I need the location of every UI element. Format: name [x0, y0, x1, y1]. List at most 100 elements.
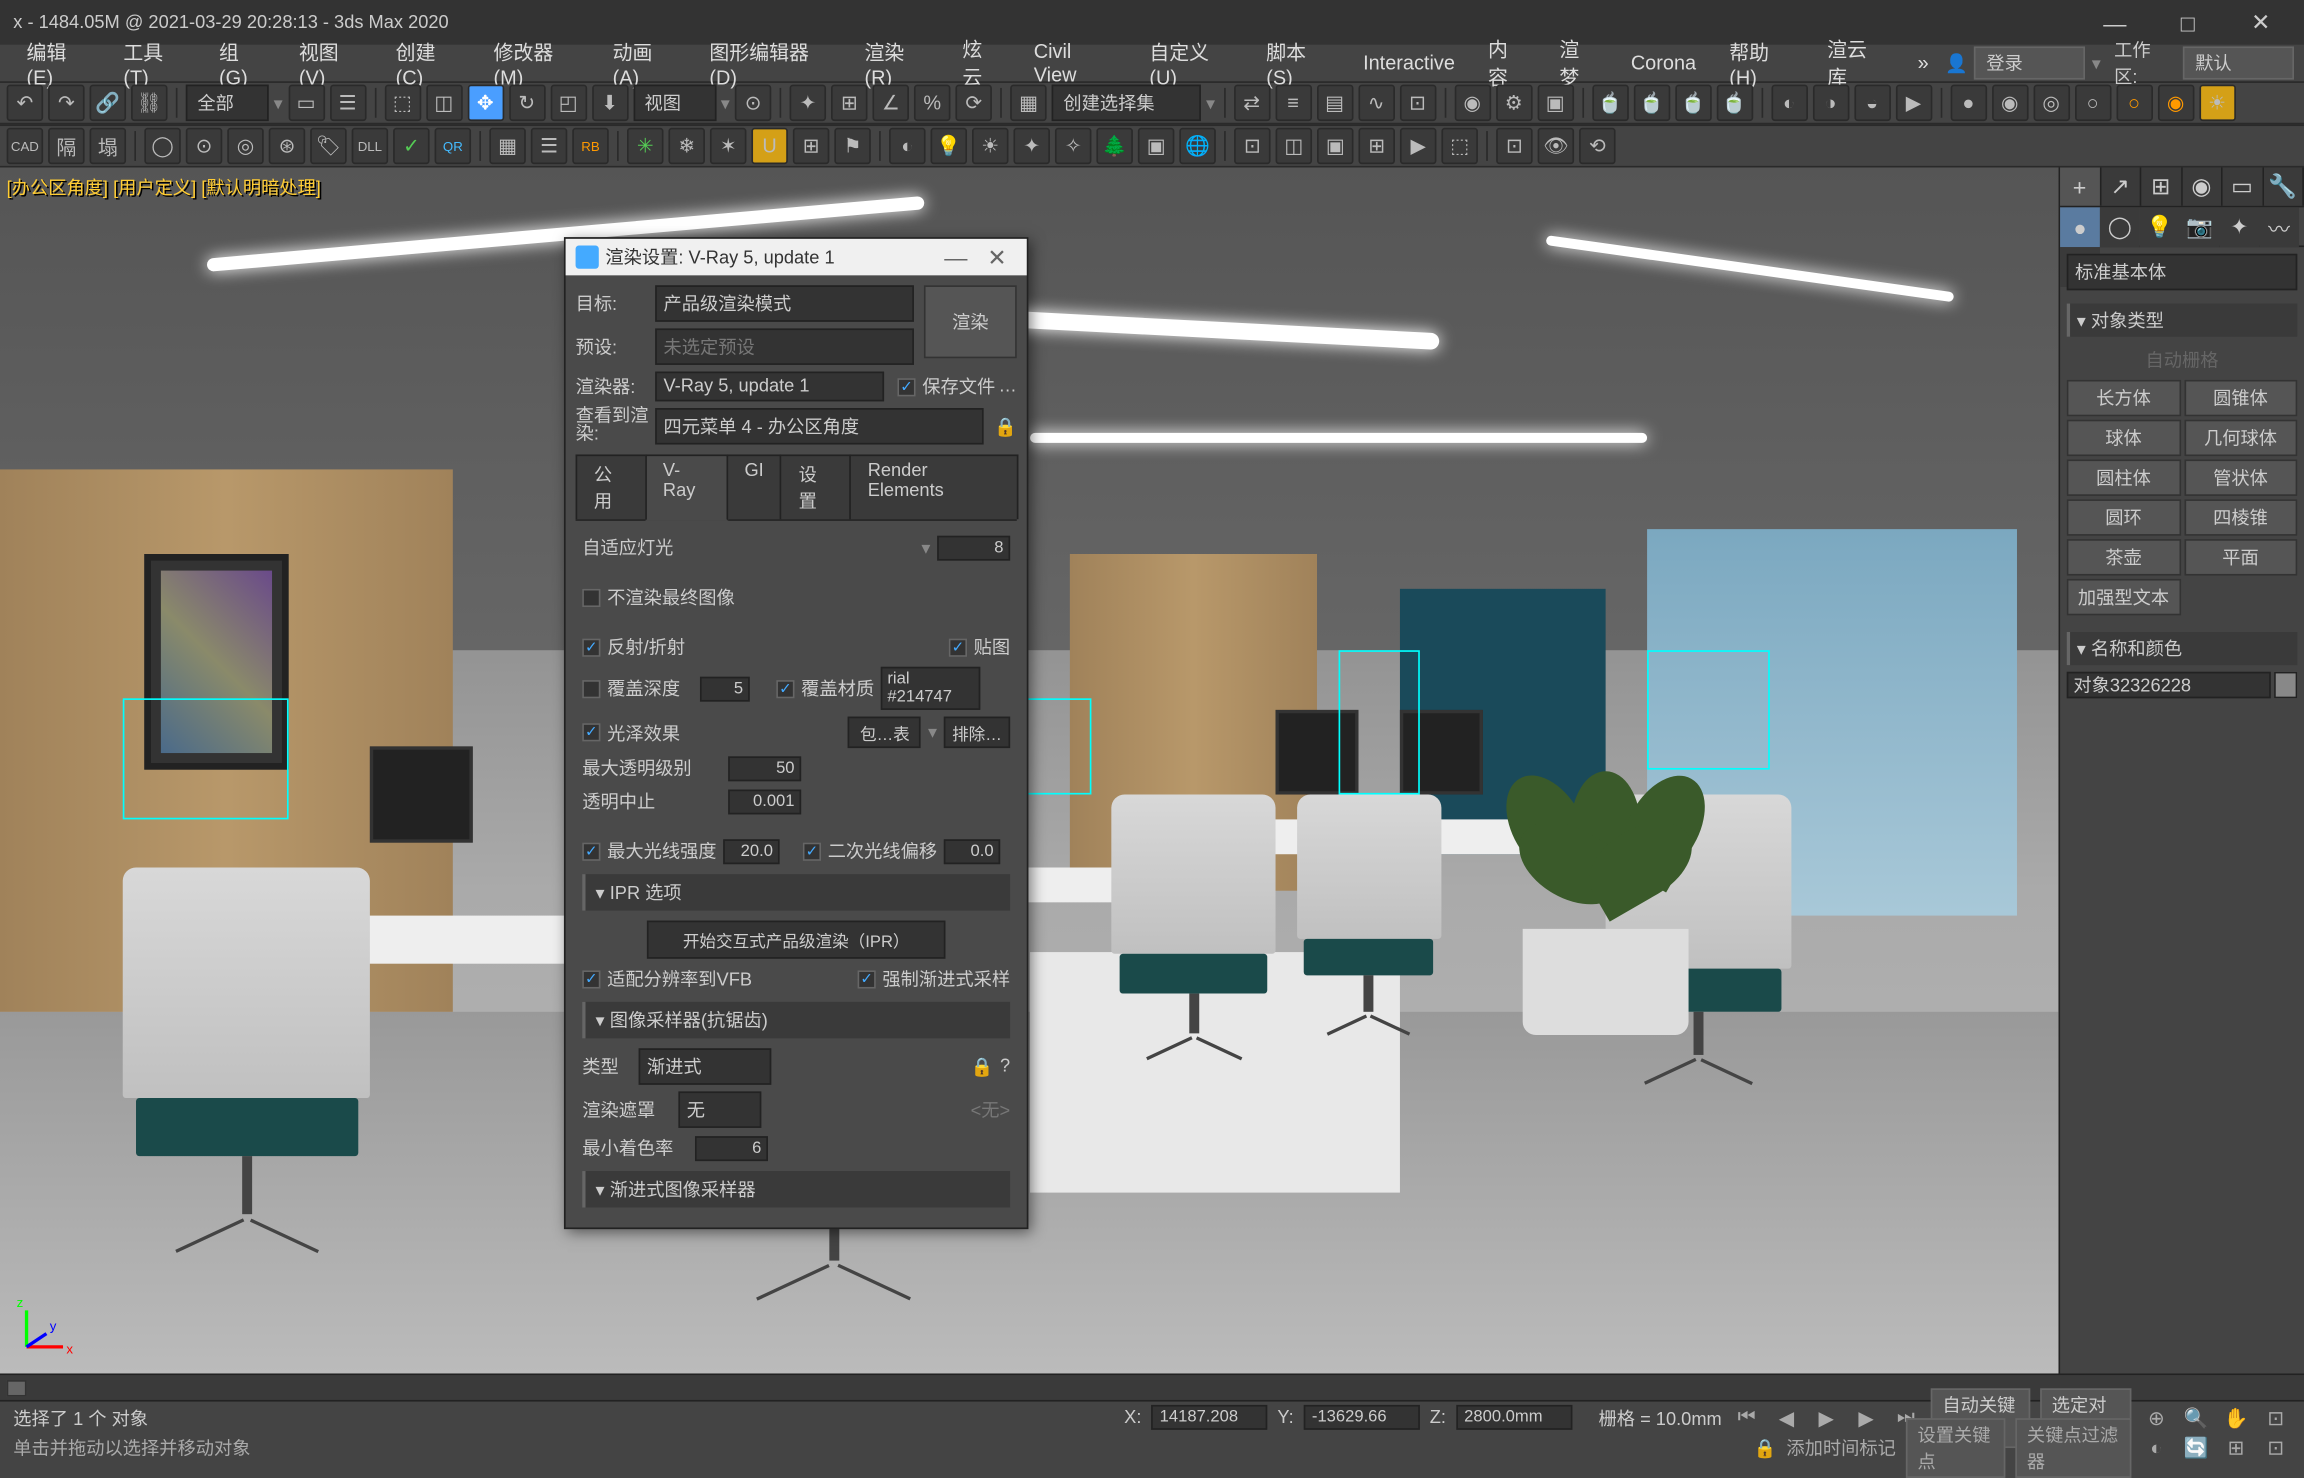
cam-play-icon[interactable]: ▶: [1400, 128, 1436, 164]
tool-isolate-icon[interactable]: 隔: [48, 128, 84, 164]
view-lock-icon[interactable]: 🔒: [994, 416, 1017, 438]
sphere-button[interactable]: 球体: [2067, 420, 2181, 456]
tool-circle4-icon[interactable]: ⊛: [269, 128, 305, 164]
corona-2-icon[interactable]: ◉: [1991, 85, 2027, 121]
select-name-icon[interactable]: ☰: [329, 85, 365, 121]
nav-6-icon[interactable]: 🔄: [2181, 1433, 2211, 1463]
render-prod-icon[interactable]: 🍵: [1592, 85, 1628, 121]
move-icon[interactable]: ✥: [467, 85, 503, 121]
corona-4-icon[interactable]: ○: [2074, 85, 2110, 121]
view-dropdown[interactable]: 四元菜单 4 - 办公区角度: [655, 408, 984, 444]
teapot-button[interactable]: 茶壶: [2067, 539, 2181, 575]
pivot-icon[interactable]: ⊙: [735, 85, 771, 121]
menu-animation[interactable]: 动画(A): [596, 34, 693, 92]
lights-subtab-icon[interactable]: 💡: [2140, 207, 2180, 247]
link-icon[interactable]: 🔗: [90, 85, 126, 121]
progressive-sampler-header[interactable]: ▾ 渐进式图像采样器: [582, 1171, 1010, 1207]
menu-graph-editors[interactable]: 图形编辑器(D): [693, 34, 848, 92]
exclude-button[interactable]: 排除…: [944, 717, 1010, 749]
tool-tag-icon[interactable]: 🏷: [310, 128, 346, 164]
render-cloud-icon[interactable]: 🍵: [1716, 85, 1752, 121]
sampler-type-dropdown[interactable]: 渐进式: [639, 1048, 772, 1084]
cameras-subtab-icon[interactable]: 📷: [2180, 207, 2220, 247]
nav-8-icon[interactable]: ⊡: [2261, 1433, 2291, 1463]
sec-ray-bias-check[interactable]: [803, 842, 821, 860]
adaptive-lights-spinner[interactable]: [937, 535, 1010, 560]
tab-settings[interactable]: 设置: [780, 454, 851, 519]
coord-y-input[interactable]: [1304, 1405, 1420, 1430]
time-tag-label[interactable]: 添加时间标记: [1786, 1435, 1895, 1462]
force-prog-check[interactable]: [858, 970, 876, 988]
tab-common[interactable]: 公用: [576, 454, 647, 519]
menu-tools[interactable]: 工具(T): [107, 34, 203, 92]
vray-vfb-icon[interactable]: ◐: [1771, 85, 1807, 121]
tab-gi[interactable]: GI: [726, 454, 782, 519]
plane-button[interactable]: 平面: [2184, 539, 2298, 575]
cam-3-icon[interactable]: ▣: [1317, 128, 1353, 164]
textplus-button[interactable]: 加强型文本: [2067, 579, 2181, 615]
name-color-header[interactable]: ▾ 名称和颜色: [2067, 632, 2298, 665]
viewport[interactable]: [办公区角度] [用户定义] [默认明暗处理]: [0, 168, 2058, 1374]
menu-customize[interactable]: 自定义(U): [1133, 34, 1250, 92]
time-slider[interactable]: [7, 1379, 27, 1396]
ipr-options-header[interactable]: ▾ IPR 选项: [582, 874, 1010, 910]
tool-circle3-icon[interactable]: ◎: [227, 128, 263, 164]
color-swatch[interactable]: [2274, 672, 2298, 699]
tool-u-icon[interactable]: U: [751, 128, 787, 164]
menu-overflow[interactable]: »: [1901, 48, 1945, 78]
tool-explode-icon[interactable]: 塌: [90, 128, 126, 164]
placement-icon[interactable]: ⬇: [591, 85, 627, 121]
render-active-icon[interactable]: 🍵: [1675, 85, 1711, 121]
save-file-more[interactable]: …: [999, 377, 1017, 397]
light-1-icon[interactable]: ◐: [889, 128, 925, 164]
object-name-input[interactable]: [2067, 672, 2271, 699]
light-tree-icon[interactable]: 🌲: [1096, 128, 1132, 164]
render-iterative-icon[interactable]: 🍵: [1633, 85, 1669, 121]
helpers-subtab-icon[interactable]: ✦: [2219, 207, 2259, 247]
login-dropdown[interactable]: 登录: [1975, 46, 2085, 79]
menu-corona[interactable]: Corona: [1614, 48, 1712, 78]
ref-coord-dropdown[interactable]: 视图: [633, 85, 716, 121]
create-tab[interactable]: +: [2060, 168, 2101, 206]
sun-icon[interactable]: ☀: [2199, 85, 2235, 121]
spinner-snap-icon[interactable]: ⟳: [956, 85, 992, 121]
angle-snap-icon[interactable]: ∠: [873, 85, 909, 121]
tool-check-icon[interactable]: ✓: [393, 128, 429, 164]
lock-icon[interactable]: 🔒: [1754, 1437, 1777, 1459]
menu-create[interactable]: 创建(C): [379, 34, 477, 92]
set-key-button[interactable]: 设置关键点: [1906, 1418, 2006, 1478]
snap-icon[interactable]: ⊞: [831, 85, 867, 121]
tool-dll-icon[interactable]: DLL: [352, 128, 388, 164]
renderer-dropdown[interactable]: V-Ray 5, update 1: [655, 372, 884, 402]
image-sampler-header[interactable]: ▾ 图像采样器(抗锯齿): [582, 1002, 1010, 1038]
display-tab[interactable]: ▭: [2223, 168, 2264, 206]
max-ray-int-check[interactable]: [582, 842, 600, 860]
render-frame-icon[interactable]: ▣: [1537, 85, 1573, 121]
tube-button[interactable]: 管状体: [2184, 459, 2298, 495]
menu-modifiers[interactable]: 修改器(M): [477, 34, 596, 92]
corona-1-icon[interactable]: ●: [1950, 85, 1986, 121]
coord-z-input[interactable]: [1456, 1405, 1572, 1430]
override-depth-check[interactable]: [582, 679, 600, 697]
render-button[interactable]: 渲染: [924, 285, 1017, 358]
manipulate-icon[interactable]: ✦: [790, 85, 826, 121]
rotate-icon[interactable]: ↻: [508, 85, 544, 121]
percent-snap-icon[interactable]: %: [914, 85, 950, 121]
corona-3-icon[interactable]: ◎: [2033, 85, 2069, 121]
corona-5-icon[interactable]: ○: [2116, 85, 2152, 121]
window-cross-icon[interactable]: ◫: [426, 85, 462, 121]
light-5-icon[interactable]: ✧: [1055, 128, 1091, 164]
cylinder-button[interactable]: 圆柱体: [2067, 459, 2181, 495]
trans-cutoff-spinner[interactable]: [728, 789, 801, 814]
preset-dropdown[interactable]: 未选定预设: [655, 328, 914, 364]
menu-scripting[interactable]: 脚本(S): [1250, 34, 1347, 92]
sec-ray-bias-spinner[interactable]: [944, 838, 1000, 863]
tool-star-icon[interactable]: ✶: [710, 128, 746, 164]
tool-flag-icon[interactable]: ⚑: [834, 128, 870, 164]
menu-rendering[interactable]: 渲染(R): [848, 34, 946, 92]
key-filter-button[interactable]: 关键点过滤器: [2015, 1418, 2131, 1478]
dialog-titlebar[interactable]: 渲染设置: V-Ray 5, update 1 — ✕: [566, 239, 1027, 275]
dialog-minimize-icon[interactable]: —: [934, 244, 977, 271]
tool-rb-icon[interactable]: RB: [572, 128, 608, 164]
geosphere-button[interactable]: 几何球体: [2184, 420, 2298, 456]
